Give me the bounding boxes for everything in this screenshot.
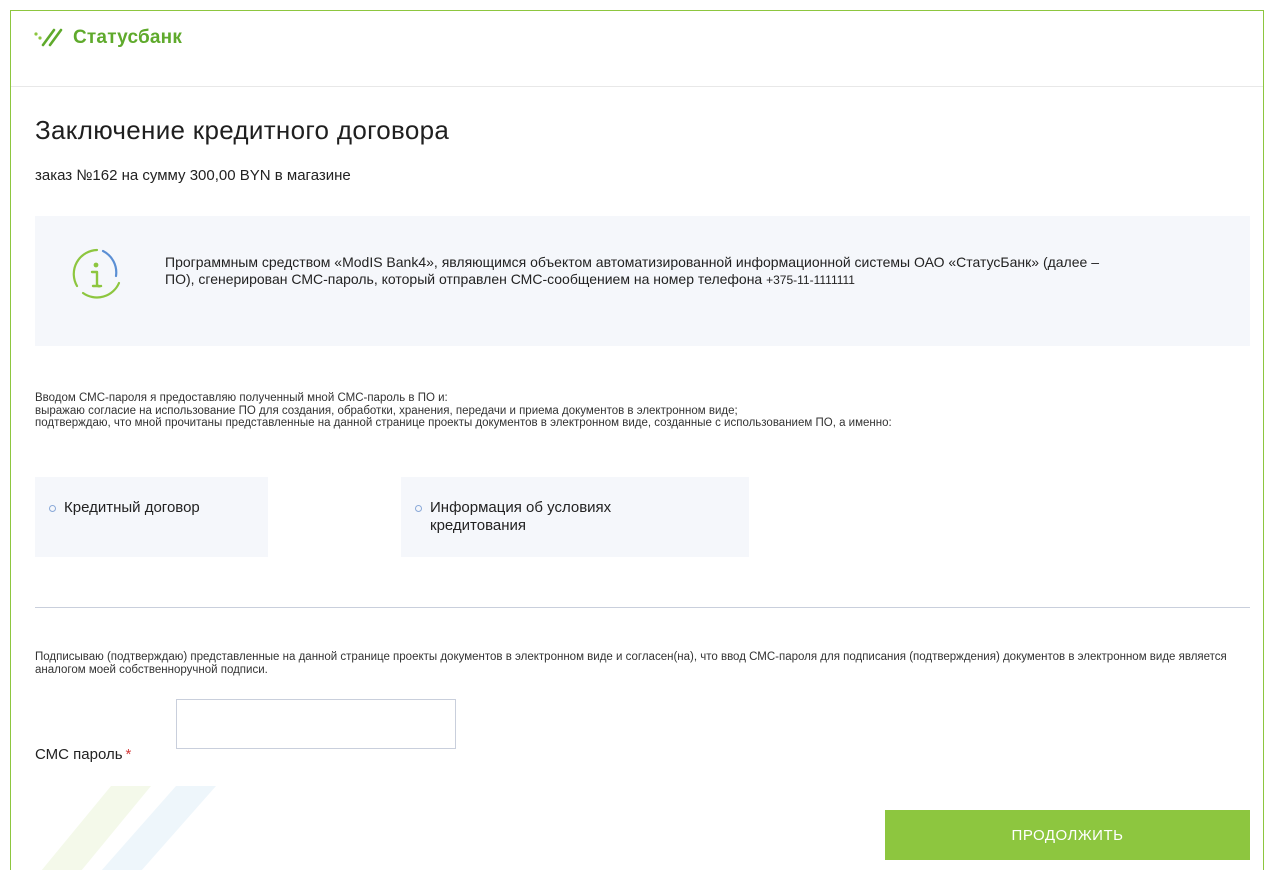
signature-consent-text: Подписываю (подтверждаю) представленные … xyxy=(35,651,1227,676)
page-title: Заключение кредитного договора xyxy=(35,115,450,145)
order-summary: заказ №162 на сумму 300,00 BYN в магазин… xyxy=(35,167,351,184)
page-frame: Статусбанк Заключение кредитного договор… xyxy=(10,10,1264,870)
consent-line: выражаю согласие на использование ПО для… xyxy=(35,404,738,417)
brand-name: Статусбанк xyxy=(73,27,183,48)
brand-logo[interactable]: Статусбанк xyxy=(33,27,182,49)
cropped-header-fragment xyxy=(0,0,1266,10)
sms-password-label-text: СМС пароль xyxy=(35,746,123,763)
document-credit-terms[interactable]: Информация об условиях кредитования xyxy=(401,477,749,557)
info-box: Программным средством «ModIS Bank4», явл… xyxy=(35,216,1250,346)
bullet-icon xyxy=(49,505,56,512)
document-credit-agreement[interactable]: Кредитный договор xyxy=(35,477,268,557)
phone-number: +375-11-1111111 xyxy=(766,273,855,287)
info-message: Программным средством «ModIS Bank4», явл… xyxy=(165,254,1099,287)
bullet-icon xyxy=(415,505,422,512)
info-text: Программным средством «ModIS Bank4», явл… xyxy=(165,254,1125,289)
consent-line: подтверждаю, что мной прочитаны представ… xyxy=(35,417,892,429)
sms-password-label: СМС пароль * xyxy=(35,746,131,763)
document-link[interactable]: Информация об условиях кредитования xyxy=(430,499,660,535)
divider xyxy=(35,607,1250,608)
consent-text: Вводом СМС-пароля я предоставляю получен… xyxy=(35,392,1250,430)
required-mark: * xyxy=(125,746,132,763)
document-link[interactable]: Кредитный договор xyxy=(64,499,268,517)
header: Статусбанк xyxy=(11,11,1263,87)
continue-button[interactable]: ПРОДОЛЖИТЬ xyxy=(885,810,1250,860)
sms-password-input[interactable] xyxy=(176,699,456,749)
consent-line: Вводом СМС-пароля я предоставляю получен… xyxy=(35,392,448,404)
background-logo-decor xyxy=(41,786,216,870)
info-icon xyxy=(72,248,121,299)
logo-mark-icon xyxy=(34,28,63,47)
